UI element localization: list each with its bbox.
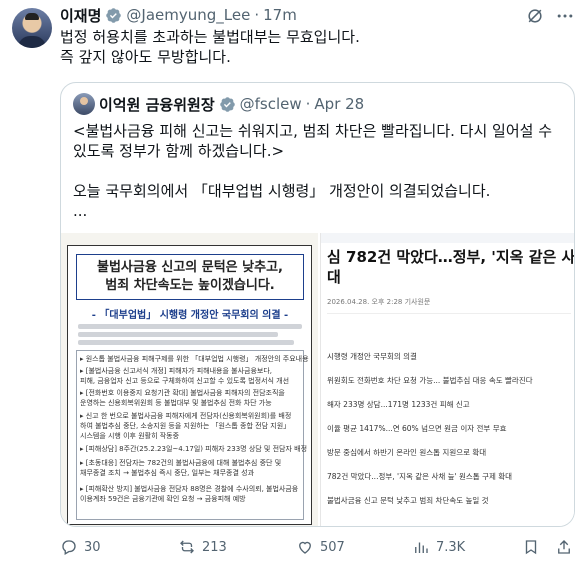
document-row: 채무종결 조치 → 불법추심 즉시 중단, 일부는 채무종결 성과 (80, 469, 255, 477)
document-row: 운영하는 신용회복위원회 등 불법대부 및 불법추심 전화 차단 가능 (80, 399, 272, 407)
tweet-timestamp[interactable]: 17m (263, 6, 297, 24)
quoted-media: 불법사금융 신고의 문턱은 낮추고, 범죄 차단속도는 높이겠습니다. - 「대… (61, 233, 575, 526)
document-row: ▸ [피해확산 방지] 불법사금융 전담자 88명은 경찰에 수사의뢰, 불법사… (80, 485, 299, 493)
document-row: 하여 불법추심 중단, 소송지원 등을 지원하는 「원스톱 종합 전담 지원」 (80, 422, 291, 430)
quoted-tweet-header: 이억원 금융위원장 @fsclew · Apr 28 (73, 93, 364, 115)
bookmark-icon (525, 540, 537, 555)
document-page: 불법사금융 신고의 문턱은 낮추고, 범죄 차단속도는 높이겠습니다. - 「대… (67, 245, 312, 525)
views-icon (415, 542, 428, 553)
document-title-line: 범죄 차단속도는 높이겠습니다. (105, 278, 275, 293)
author-handle[interactable]: @Jaemyung_Lee (126, 6, 250, 24)
document-row: ▸ [피해상담] 8주간(25.2.23일~4.17일) 피해자 233명 상담… (80, 445, 308, 453)
news-headline-line: 대 (327, 268, 341, 286)
avatar-suit (18, 36, 46, 48)
document-divider (78, 340, 294, 345)
press-release-image[interactable]: 불법사금융 신고의 문턱은 낮추고, 범죄 차단속도는 높이겠습니다. - 「대… (61, 233, 318, 526)
document-row: 이용계좌 59건은 금융기관에 확인 요청 → 금융피해 예방 (80, 495, 246, 503)
document-row: ▸ 신고 한 번으로 불법사금융 피해자에게 전담자(신용회복위원회)를 배정 (80, 412, 292, 420)
news-headline-line: 심 782건 막았다…정부, '지옥 같은 사채 늪' 원 (327, 248, 575, 266)
bookmark-button[interactable] (522, 538, 540, 556)
quoted-author-avatar[interactable] (73, 93, 95, 115)
avatar-hair (25, 13, 39, 20)
news-summary-item: 782건 막았다...정부, '지옥 같은 사채 늪' 원스톱 구제 확대 (327, 472, 513, 481)
tweet-text: 법정 허용치를 초과하는 불법대부는 무효입니다. 즉 갚지 않아도 무방합니다… (60, 28, 360, 66)
quoted-tweet[interactable]: 이억원 금융위원장 @fsclew · Apr 28 <불법사금융 피해 신고는… (60, 82, 575, 527)
document-row: ▸ [불법사금융 신고서식 개정] 피해자가 피해내용을 불사금융보다, (80, 367, 272, 375)
quoted-tweet-date[interactable]: Apr 28 (314, 95, 364, 113)
tweet-action-bar: 30 213 507 7.3K (60, 538, 575, 558)
heart-icon (299, 541, 311, 554)
news-top-bar (321, 233, 574, 243)
author-avatar[interactable] (12, 8, 52, 48)
repost-button[interactable]: 213 (178, 538, 227, 556)
document-title: 불법사금융 신고의 문턱은 낮추고, 범죄 차단속도는 높이겠습니다. (76, 254, 304, 300)
quoted-author-name[interactable]: 이억원 금융위원장 (99, 94, 215, 115)
quoted-author-handle[interactable]: @fsclew (240, 95, 302, 113)
news-summary-item: 이율 평균 1417%...연 60% 넘으면 원금 이자 전부 무효 (327, 424, 507, 433)
reply-count: 30 (84, 539, 101, 555)
quoted-text-line: ... (73, 202, 88, 220)
document-row: ▸ [전화번호 이용중지 요청기관 확대] 불법사금융 피해자의 전담조직을 (80, 389, 285, 397)
news-headline: 심 782건 막았다…정부, '지옥 같은 사채 늪' 원 대 (327, 247, 575, 287)
document-row: ▸ 원스톱 불법사금융 피해구제를 위한 「대부업법 시행령」 개정안의 주요내… (80, 355, 309, 363)
news-summary-item: 해자 233명 상담...171명 1233건 피해 신고 (327, 400, 470, 409)
verified-badge-icon (219, 96, 235, 112)
views-button[interactable]: 7.3K (412, 538, 465, 556)
document-divider (78, 324, 302, 329)
reply-icon (62, 540, 76, 555)
document-row: 시스템을 시행 이후 원활히 작동중 (80, 432, 180, 440)
quoted-text-line: <불법사금융 피해 신고는 쉬워지고, 범죄 차단은 빨라집니다. 다시 일어설… (73, 122, 553, 160)
views-count: 7.3K (436, 539, 466, 555)
document-divider (78, 332, 278, 337)
share-button[interactable] (555, 538, 573, 556)
news-summary-item: 시행령 개정안 국무회의 의결 (327, 352, 417, 361)
news-article-image[interactable]: 심 782건 막았다…정부, '지옥 같은 사채 늪' 원 대 2026.04.… (320, 233, 575, 526)
author-name[interactable]: 이재명 (60, 5, 101, 26)
reply-button[interactable]: 30 (60, 538, 101, 556)
header-separator: · (254, 6, 260, 24)
quoted-header-separator: · (305, 95, 311, 113)
quoted-text-line: 오늘 국무회의에서 「대부업법 시행령」 개정안이 의결되었습니다. (73, 182, 491, 200)
news-meta: 2026.04.28. 오후 2:28 기사원문 (327, 298, 431, 306)
document-title-line: 불법사금융 신고의 문턱은 낮추고, (97, 260, 283, 275)
grok-icon[interactable] (525, 6, 545, 26)
like-count: 507 (320, 539, 345, 555)
document-row: ▸ [초동대응] 전담자는 782건의 불법사금융에 대해 불법추심 중단 및 (80, 459, 282, 467)
more-options-icon[interactable] (555, 6, 575, 26)
news-summary-item: 위원회도 전화번호 차단 요청 가능... 불법추심 대응 속도 빨라진다 (327, 376, 533, 385)
repost-count: 213 (202, 539, 227, 555)
share-icon (558, 540, 570, 554)
like-button[interactable]: 507 (296, 538, 345, 556)
quoted-tweet-text: <불법사금융 피해 신고는 쉬워지고, 범죄 차단은 빨라집니다. 다시 일어설… (73, 121, 565, 221)
news-divider (327, 313, 571, 314)
document-subtitle: - 「대부업법」 시행령 개정안 국무회의 의결 - (91, 310, 289, 321)
news-summary-item: 불법사금융 신고 문턱 낮추고 범죄 차단속도 높일 것 (327, 496, 489, 505)
repost-icon (180, 540, 194, 554)
verified-badge-icon (106, 7, 122, 23)
document-row: 피해, 금융업자 신고 등으로 구체화하여 신고할 수 있도록 법정서식 개선 (80, 377, 290, 385)
tweet-header: 이재명 @Jaemyung_Lee · 17m (60, 5, 297, 25)
news-summary-item: 방문 중심에서 하반기 온라인 원스톱 지원으로 확대 (327, 448, 487, 457)
